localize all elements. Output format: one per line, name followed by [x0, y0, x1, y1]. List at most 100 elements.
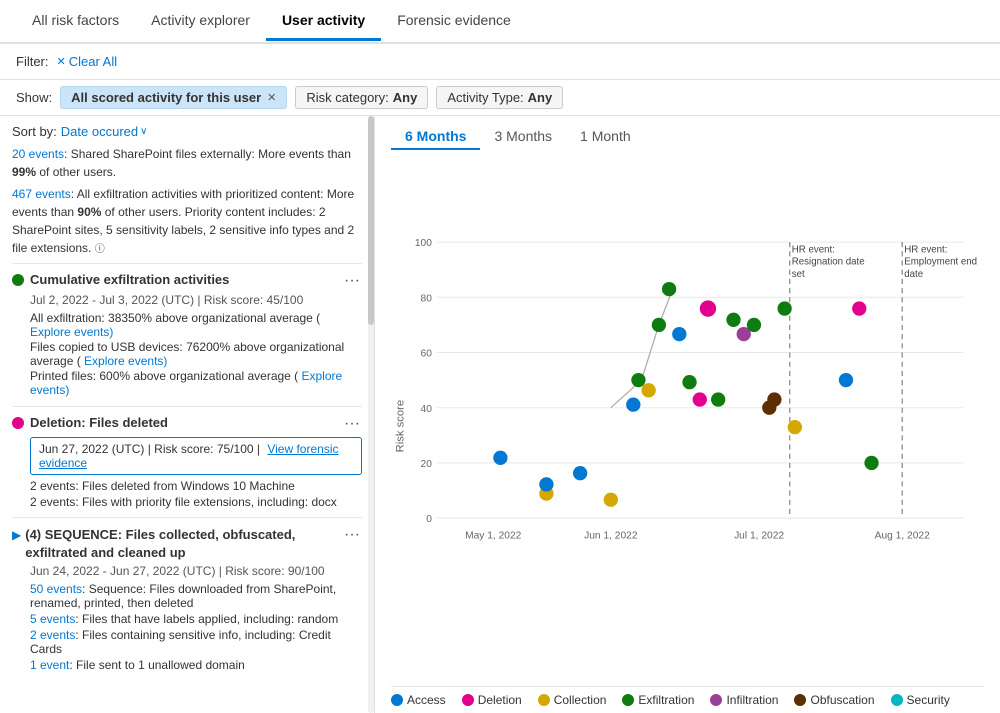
cumulative-icon [12, 274, 24, 286]
intro-event-2-link[interactable]: 467 events [12, 187, 71, 201]
risk-cat-label: Risk category: [306, 90, 388, 105]
obfuscation-label: Obfuscation [810, 693, 874, 707]
tab-forensic[interactable]: Forensic evidence [381, 2, 527, 41]
infiltration-dot [710, 694, 722, 706]
intro-events: 20 events: Shared SharePoint files exter… [0, 145, 374, 263]
svg-text:HR event:: HR event: [792, 244, 835, 255]
cumulative-title: Cumulative exfiltration activities [30, 272, 229, 287]
filter-label: Filter: [16, 54, 49, 69]
deletion-title: Deletion: Files deleted [30, 415, 168, 430]
deletion-detail-2: 2 events: Files with priority file exten… [30, 495, 362, 509]
risk-cat-value: Any [393, 90, 418, 105]
cumulative-menu-icon[interactable]: ··· [342, 272, 362, 290]
access-dot [391, 694, 403, 706]
sort-label: Sort by: [12, 124, 57, 139]
svg-text:Jun 1, 2022: Jun 1, 2022 [584, 531, 638, 542]
deletion-card: Deletion: Files deleted ··· Jun 27, 2022… [12, 406, 362, 517]
show-close-icon[interactable]: ✕ [267, 91, 276, 104]
explore-link-1[interactable]: Explore events) [30, 325, 113, 339]
svg-text:Employment end: Employment end [904, 257, 977, 268]
svg-text:May 1, 2022: May 1, 2022 [465, 531, 522, 542]
svg-text:100: 100 [415, 238, 432, 249]
legend-collection: Collection [538, 693, 607, 707]
legend-exfiltration: Exfiltration [622, 693, 694, 707]
chart-svg: Risk score 100 80 60 40 20 0 May 1, 2022… [391, 156, 984, 686]
chart-area: Risk score 100 80 60 40 20 0 May 1, 2022… [391, 156, 984, 686]
legend-security: Security [891, 693, 950, 707]
seq-detail-3: 2 events: Files containing sensitive inf… [30, 628, 362, 656]
svg-text:Jul 1, 2022: Jul 1, 2022 [734, 531, 784, 542]
main-content: Sort by: Date occured ∨ 20 events: Share… [0, 116, 1000, 713]
seq-link-3[interactable]: 2 events [30, 628, 75, 642]
legend-obfuscation: Obfuscation [794, 693, 874, 707]
deletion-highlight-meta: Jun 27, 2022 (UTC) | Risk score: 75/100 … [39, 442, 353, 470]
svg-text:20: 20 [421, 459, 433, 470]
intro-pct-1: 99% [12, 165, 36, 179]
sort-bar: Sort by: Date occured ∨ [0, 120, 374, 145]
legend: Access Deletion Collection Exfiltration … [391, 686, 984, 709]
legend-infiltration: Infiltration [710, 693, 778, 707]
seq-detail-4: 1 event: File sent to 1 unallowed domain [30, 658, 362, 672]
sequence-title: (4) SEQUENCE: Files collected, obfuscate… [25, 526, 342, 562]
exfiltration-dot [622, 694, 634, 706]
scrollbar-track [368, 116, 374, 713]
svg-text:0: 0 [426, 514, 432, 525]
legend-access: Access [391, 693, 446, 707]
deletion-detail-1: 2 events: Files deleted from Windows 10 … [30, 479, 362, 493]
show-bar: Show: All scored activity for this user … [0, 80, 1000, 116]
sequence-chevron-icon[interactable]: ▶ [12, 528, 21, 542]
security-label: Security [907, 693, 950, 707]
sequence-menu-icon[interactable]: ··· [342, 526, 362, 544]
scrollbar-thumb[interactable] [368, 116, 374, 325]
svg-text:40: 40 [421, 404, 433, 415]
cumulative-meta: Jul 2, 2022 - Jul 3, 2022 (UTC) | Risk s… [30, 293, 362, 307]
filter-x-icon: ✕ [57, 55, 66, 68]
seq-link-1[interactable]: 50 events [30, 582, 82, 596]
intro-event-2: 467 events: All exfiltration activities … [12, 185, 362, 257]
filter-clear-button[interactable]: ✕ Clear All [57, 54, 118, 69]
risk-category-chip[interactable]: Risk category: Any [295, 86, 428, 109]
intro-event-1: 20 events: Shared SharePoint files exter… [12, 145, 362, 181]
tab-3months[interactable]: 3 Months [480, 124, 566, 150]
top-nav: All risk factors Activity explorer User … [0, 0, 1000, 44]
sequence-card: ▶ (4) SEQUENCE: Files collected, obfusca… [12, 517, 362, 680]
seq-detail-1: 50 events: Sequence: Files downloaded fr… [30, 582, 362, 610]
cumulative-detail-3: Printed files: 600% above organizational… [30, 369, 362, 397]
seq-link-2[interactable]: 5 events [30, 612, 75, 626]
deletion-menu-icon[interactable]: ··· [342, 415, 362, 433]
tab-1month[interactable]: 1 Month [566, 124, 645, 150]
svg-text:Resignation date: Resignation date [792, 257, 865, 268]
sort-value[interactable]: Date occured [61, 124, 138, 139]
show-pill[interactable]: All scored activity for this user ✕ [60, 86, 287, 109]
intro-event-1-link[interactable]: 20 events [12, 147, 64, 161]
explore-link-3[interactable]: Explore events) [30, 369, 342, 397]
legend-deletion: Deletion [462, 693, 522, 707]
deletion-highlight: Jun 27, 2022 (UTC) | Risk score: 75/100 … [30, 437, 362, 475]
security-dot [891, 694, 903, 706]
svg-text:HR event:: HR event: [904, 244, 947, 255]
explore-link-2[interactable]: Explore events) [84, 354, 167, 368]
svg-text:60: 60 [421, 349, 433, 360]
show-value: All scored activity for this user [71, 90, 261, 105]
deletion-dot [462, 694, 474, 706]
activity-type-chip[interactable]: Activity Type: Any [436, 86, 563, 109]
svg-text:set: set [792, 269, 805, 280]
obfuscation-dot [794, 694, 806, 706]
tab-user-activity[interactable]: User activity [266, 2, 381, 41]
activity-type-value: Any [528, 90, 553, 105]
tab-6months[interactable]: 6 Months [391, 124, 480, 150]
tab-activity-explorer[interactable]: Activity explorer [135, 2, 266, 41]
seq-detail-2: 5 events: Files that have labels applied… [30, 612, 362, 626]
filter-bar: Filter: ✕ Clear All [0, 44, 1000, 80]
deletion-label: Deletion [478, 693, 522, 707]
exfiltration-label: Exfiltration [638, 693, 694, 707]
seq-link-4[interactable]: 1 event [30, 658, 69, 672]
collection-dot [538, 694, 550, 706]
svg-text:date: date [904, 269, 923, 280]
cumulative-detail-1: All exfiltration: 38350% above organizat… [30, 311, 362, 339]
info-icon: ⓘ [95, 244, 105, 255]
tab-all-risk[interactable]: All risk factors [16, 2, 135, 41]
svg-text:Risk score: Risk score [394, 400, 406, 452]
time-tabs: 6 Months 3 Months 1 Month [391, 124, 984, 150]
show-label: Show: [16, 90, 52, 105]
